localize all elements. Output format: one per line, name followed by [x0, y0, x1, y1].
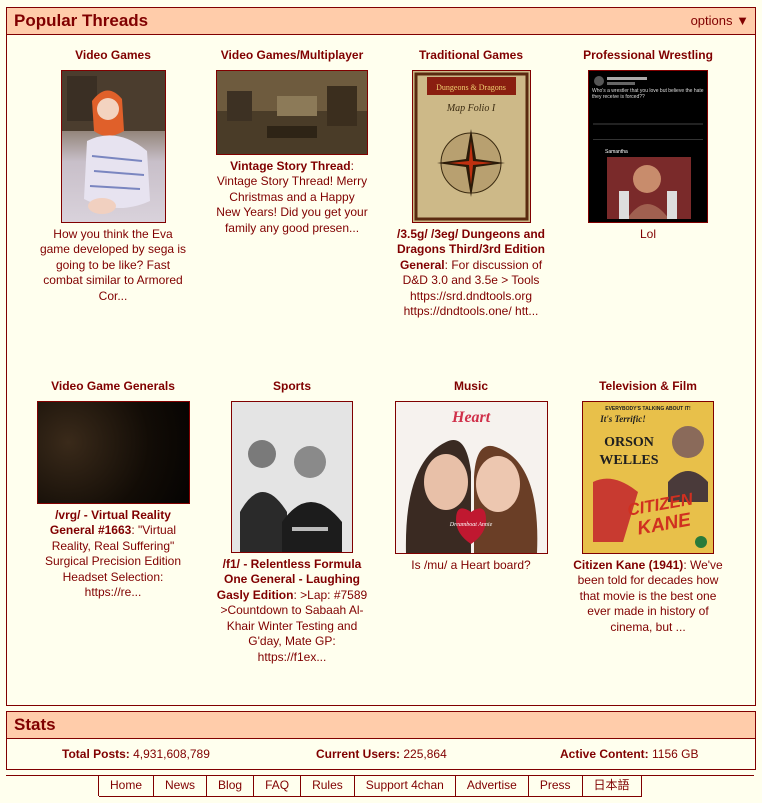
- heart-album-cover: Heart Dreamboat Annie: [395, 401, 547, 553]
- footer-link-blog[interactable]: Blog: [207, 776, 255, 797]
- thread-teaser: /3.5g/ /3eg/ Dungeons and Dragons Third/…: [396, 226, 546, 319]
- stats-box: Stats Total Posts: 4,931,608,789 Current…: [6, 711, 756, 770]
- thread-thumbnail[interactable]: [60, 69, 166, 223]
- thread-teaser: How you think the Eva game developed by …: [39, 226, 187, 303]
- board-link[interactable]: Video Games: [33, 48, 193, 64]
- footer-nav: Home News Blog FAQ Rules Support 4chan A…: [98, 776, 642, 797]
- thread-teaser: Lol: [639, 226, 656, 241]
- stat-label: Current Users:: [316, 747, 401, 761]
- stat-current-users: Current Users: 225,864: [316, 747, 447, 761]
- citizen-kane-poster: EVERYBODY'S TALKING ABOUT IT! It's Terri…: [583, 401, 713, 553]
- popular-threads-box: Popular Threads options ▼ Video Games Ho: [6, 7, 756, 706]
- tweet-text: Who's a wrestler that you love but belie…: [592, 87, 704, 100]
- thread-thumbnail[interactable]: [231, 400, 353, 553]
- footer-link-rules[interactable]: Rules: [301, 776, 355, 797]
- thread-subject[interactable]: Vintage Story Thread: [230, 159, 350, 173]
- anime-figure-image: [61, 70, 165, 214]
- poster-tag-text: It's Terrific!: [599, 414, 645, 424]
- thread-thumbnail[interactable]: [216, 69, 368, 155]
- dnd-brand-text: Dungeons & Dragons: [436, 83, 506, 92]
- popular-threads-title: Popular Threads: [14, 11, 149, 30]
- stat-total-posts: Total Posts: 4,931,608,789: [62, 747, 210, 761]
- stats-title: Stats: [14, 715, 56, 734]
- board-link[interactable]: Traditional Games: [391, 48, 551, 64]
- f1-drivers-image: [232, 401, 352, 552]
- options-menu[interactable]: options ▼: [691, 13, 749, 28]
- thread-cell-traditional-games: Traditional Games Dungeons & Dragons Map…: [391, 48, 551, 320]
- thread-teaser: Vintage Story Thread: Vintage Story Thre…: [216, 158, 368, 235]
- tweet-screenshot-image: Who's a wrestler that you love but belie…: [589, 70, 707, 222]
- stat-value: 225,864: [403, 747, 447, 761]
- album-title-text: Dreamboat Annie: [448, 522, 492, 528]
- stat-label: Total Posts:: [62, 747, 130, 761]
- dnd-title-text: Map Folio I: [445, 103, 495, 114]
- thread-cell-professional-wrestling: Professional Wrestling Who's a wrestler …: [568, 48, 728, 242]
- tweet-reply-author: Samantha: [605, 149, 628, 155]
- dnd-cover-image: Dungeons & Dragons Map Folio I: [412, 70, 530, 222]
- thread-cell-sports: Sports /f1/ - Relentless Formula One Gen…: [212, 379, 372, 665]
- game-scene-image: [217, 70, 367, 154]
- popular-threads-header: Popular Threads options ▼: [7, 8, 755, 35]
- thread-cell-music: Music Heart Dreamboat Annie Is /mu/ a He…: [391, 379, 551, 573]
- stat-label: Active Content:: [560, 747, 649, 761]
- thread-thumbnail[interactable]: Heart Dreamboat Annie: [394, 400, 548, 554]
- stats-header: Stats: [7, 712, 755, 739]
- thread-teaser: /vrg/ - Virtual Reality General #1663: "…: [44, 507, 182, 600]
- thread-thumbnail[interactable]: EVERYBODY'S TALKING ABOUT IT! It's Terri…: [582, 400, 714, 554]
- footer-link-advertise[interactable]: Advertise: [455, 776, 529, 797]
- board-link[interactable]: Music: [391, 379, 551, 395]
- options-label[interactable]: options: [691, 13, 733, 28]
- thread-teaser: Is /mu/ a Heart board?: [411, 557, 531, 572]
- footer-link-home[interactable]: Home: [99, 776, 155, 797]
- thread-thumbnail[interactable]: Who's a wrestler that you love but belie…: [588, 69, 708, 223]
- stat-value: 1156 GB: [652, 747, 699, 761]
- footer-link-press[interactable]: Press: [528, 776, 583, 797]
- footer-link-support[interactable]: Support 4chan: [354, 776, 456, 797]
- poster-star-last: WELLES: [599, 453, 658, 468]
- thread-teaser: Citizen Kane (1941): We've been told for…: [573, 557, 723, 634]
- thread-teaser: /f1/ - Relentless Formula One General - …: [216, 556, 368, 664]
- stat-active-content: Active Content: 1156 GB: [560, 747, 699, 761]
- thread-cell-television-film: Television & Film EVERYBODY'S TALKING AB…: [568, 379, 728, 635]
- board-link[interactable]: Professional Wrestling: [568, 48, 728, 64]
- thread-thumbnail[interactable]: Dungeons & Dragons Map Folio I: [411, 69, 531, 223]
- thread-subject[interactable]: Citizen Kane (1941): [573, 558, 683, 572]
- board-link[interactable]: Sports: [212, 379, 372, 395]
- album-band-text: Heart: [451, 409, 491, 426]
- footer-link-faq[interactable]: FAQ: [254, 776, 302, 797]
- poster-star-first: ORSON: [604, 435, 654, 450]
- poster-top-text: EVERYBODY'S TALKING ABOUT IT!: [605, 406, 691, 412]
- board-link[interactable]: Video Game Generals: [33, 379, 193, 395]
- thread-cell-video-games: Video Games How you think the Eva game d…: [33, 48, 193, 304]
- thread-cell-multiplayer: Video Games/Multiplayer Vintage Story Th…: [212, 48, 372, 236]
- footer-link-news[interactable]: News: [154, 776, 208, 797]
- triangle-down-icon[interactable]: ▼: [736, 13, 749, 28]
- board-link[interactable]: Television & Film: [568, 379, 728, 395]
- stat-value: 4,931,608,789: [133, 747, 210, 761]
- thread-thumbnail[interactable]: [36, 400, 190, 504]
- board-link[interactable]: Video Games/Multiplayer: [212, 48, 372, 64]
- footer-link-japanese[interactable]: 日本語: [582, 776, 642, 797]
- thread-cell-video-game-generals: Video Game Generals /vrg/ - Virtual Real…: [33, 379, 193, 601]
